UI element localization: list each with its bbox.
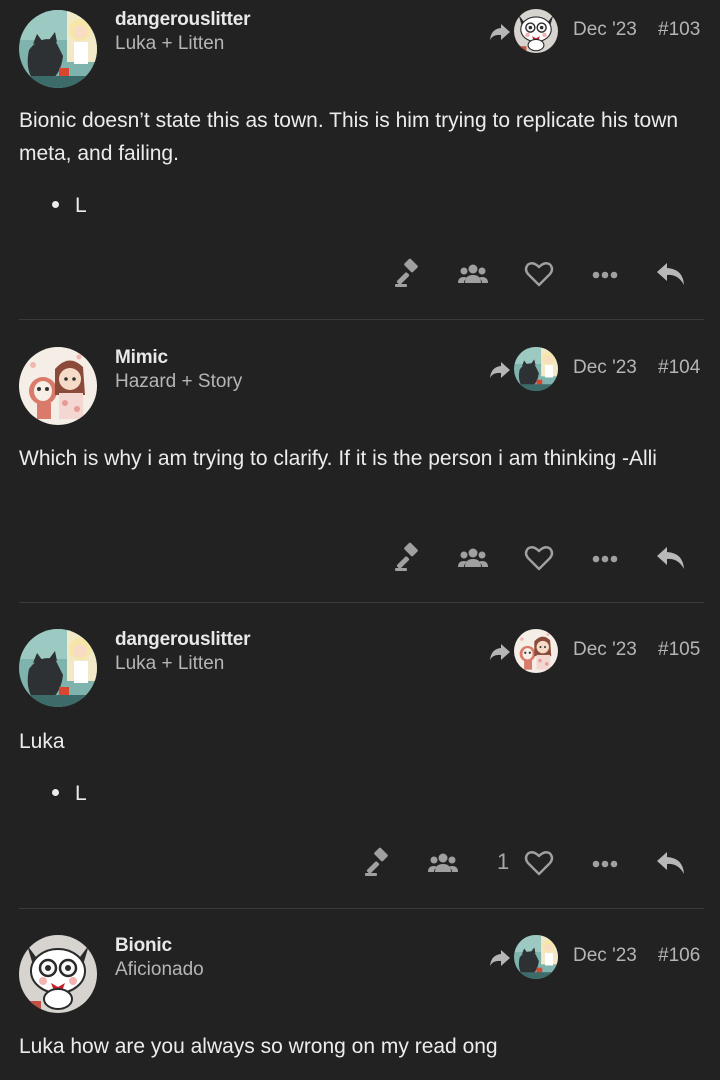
username[interactable]: Bionic <box>115 935 172 957</box>
avatar[interactable] <box>19 347 97 425</box>
post-divider <box>19 319 704 320</box>
user-title: Luka + Litten <box>115 33 225 54</box>
post-date[interactable]: Dec '23 <box>573 639 637 661</box>
avatar[interactable] <box>19 10 97 88</box>
bullet-dot <box>52 200 59 208</box>
post-date[interactable]: Dec '23 <box>573 357 637 379</box>
user-title: Luka + Litten <box>115 653 225 674</box>
reply-icon[interactable] <box>655 258 687 290</box>
list-item-text: L <box>75 782 87 805</box>
username[interactable]: Mimic <box>115 347 168 369</box>
reply-to-avatar[interactable] <box>514 935 558 979</box>
post-divider <box>19 602 704 603</box>
gavel-icon[interactable] <box>362 847 394 879</box>
post-date[interactable]: Dec '23 <box>573 19 637 41</box>
ellipsis-icon[interactable] <box>589 542 621 574</box>
gavel-icon[interactable] <box>392 542 424 574</box>
user-title: Aficionado <box>115 959 204 980</box>
heart-icon[interactable] <box>523 847 555 879</box>
heart-icon[interactable] <box>523 258 555 290</box>
post-number[interactable]: #105 <box>658 639 700 661</box>
share-arrow-icon[interactable] <box>488 22 512 42</box>
like-count[interactable]: 1 <box>497 849 509 875</box>
reply-icon[interactable] <box>655 542 687 574</box>
share-arrow-icon[interactable] <box>488 642 512 662</box>
gavel-icon[interactable] <box>392 258 424 290</box>
share-arrow-icon[interactable] <box>488 948 512 968</box>
list-item: L <box>52 782 87 806</box>
reply-icon[interactable] <box>655 847 687 879</box>
bullet-dot <box>52 788 59 796</box>
avatar[interactable] <box>19 935 97 1013</box>
post-body: Luka <box>19 730 65 753</box>
users-icon[interactable] <box>457 258 489 290</box>
avatar[interactable] <box>19 629 97 707</box>
username[interactable]: dangerouslitter <box>115 9 251 31</box>
list-item-text: L <box>75 194 87 217</box>
users-icon[interactable] <box>457 542 489 574</box>
users-icon[interactable] <box>427 847 459 879</box>
list-item: L <box>52 194 87 218</box>
post-body: Which is why i am trying to clarify. If … <box>19 447 657 470</box>
reply-to-avatar[interactable] <box>514 629 558 673</box>
username[interactable]: dangerouslitter <box>115 629 251 651</box>
post-date[interactable]: Dec '23 <box>573 945 637 967</box>
post-number[interactable]: #104 <box>658 357 700 379</box>
ellipsis-icon[interactable] <box>589 847 621 879</box>
post-divider <box>19 908 704 909</box>
user-title: Hazard + Story <box>115 371 243 392</box>
ellipsis-icon[interactable] <box>589 258 621 290</box>
heart-icon[interactable] <box>523 542 555 574</box>
post-body: Bionic doesn’t state this as town. This … <box>19 109 679 165</box>
reply-to-avatar[interactable] <box>514 347 558 391</box>
share-arrow-icon[interactable] <box>488 360 512 380</box>
post-number[interactable]: #106 <box>658 945 700 967</box>
post-number[interactable]: #103 <box>658 19 700 41</box>
reply-to-avatar[interactable] <box>514 9 558 53</box>
post-body: Luka how are you always so wrong on my r… <box>19 1035 498 1058</box>
post-stream: dangerouslitter Luka + Litten Dec '23 #1… <box>0 0 720 1080</box>
